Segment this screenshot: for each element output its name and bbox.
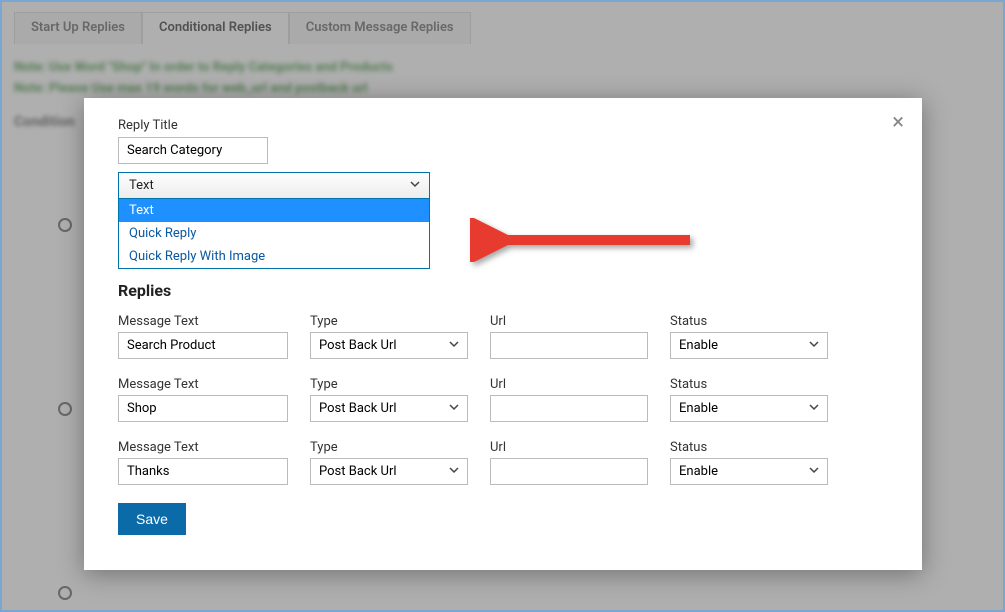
col-label-message: Message Text <box>118 314 288 329</box>
type-select[interactable]: Post Back Url <box>310 395 468 422</box>
col-label-type: Type <box>310 314 468 329</box>
reply-type-dropdown[interactable]: Text Text Quick Reply Quick Reply With I… <box>118 172 430 199</box>
col-label-status: Status <box>670 314 828 329</box>
type-select[interactable]: Post Back Url <box>310 332 468 359</box>
message-text-input[interactable] <box>118 395 288 422</box>
dropdown-list: Text Quick Reply Quick Reply With Image <box>118 199 430 269</box>
url-input[interactable] <box>490 395 648 422</box>
url-input[interactable] <box>490 458 648 485</box>
col-label-status: Status <box>670 440 828 455</box>
col-label-url: Url <box>490 314 648 329</box>
col-label-status: Status <box>670 377 828 392</box>
status-select[interactable]: Enable <box>670 395 828 422</box>
chevron-down-icon <box>409 178 421 194</box>
save-button[interactable]: Save <box>118 503 186 535</box>
col-label-message: Message Text <box>118 440 288 455</box>
url-input[interactable] <box>490 332 648 359</box>
replies-heading: Replies <box>118 281 888 300</box>
status-select[interactable]: Enable <box>670 458 828 485</box>
dropdown-option-quick-reply[interactable]: Quick Reply <box>119 222 429 245</box>
message-text-input[interactable] <box>118 458 288 485</box>
reply-title-label: Reply Title <box>118 118 888 133</box>
type-select[interactable]: Post Back Url <box>310 458 468 485</box>
reply-title-field: Reply Title <box>118 118 888 164</box>
dropdown-option-text[interactable]: Text <box>119 199 429 222</box>
dropdown-option-quick-reply-image[interactable]: Quick Reply With Image <box>119 245 429 268</box>
dropdown-selected-label: Text <box>129 178 154 193</box>
dropdown-toggle[interactable]: Text <box>118 172 430 199</box>
col-label-url: Url <box>490 377 648 392</box>
col-label-type: Type <box>310 377 468 392</box>
status-select[interactable]: Enable <box>670 332 828 359</box>
message-text-input[interactable] <box>118 332 288 359</box>
close-icon[interactable]: × <box>892 112 904 134</box>
modal-dialog: × Reply Title Text Text Quick Reply Quic… <box>84 98 922 570</box>
reply-title-input[interactable] <box>118 137 268 164</box>
col-label-message: Message Text <box>118 377 288 392</box>
replies-grid: Message Text Type Post Back Url Url Stat… <box>118 314 888 485</box>
col-label-type: Type <box>310 440 468 455</box>
col-label-url: Url <box>490 440 648 455</box>
